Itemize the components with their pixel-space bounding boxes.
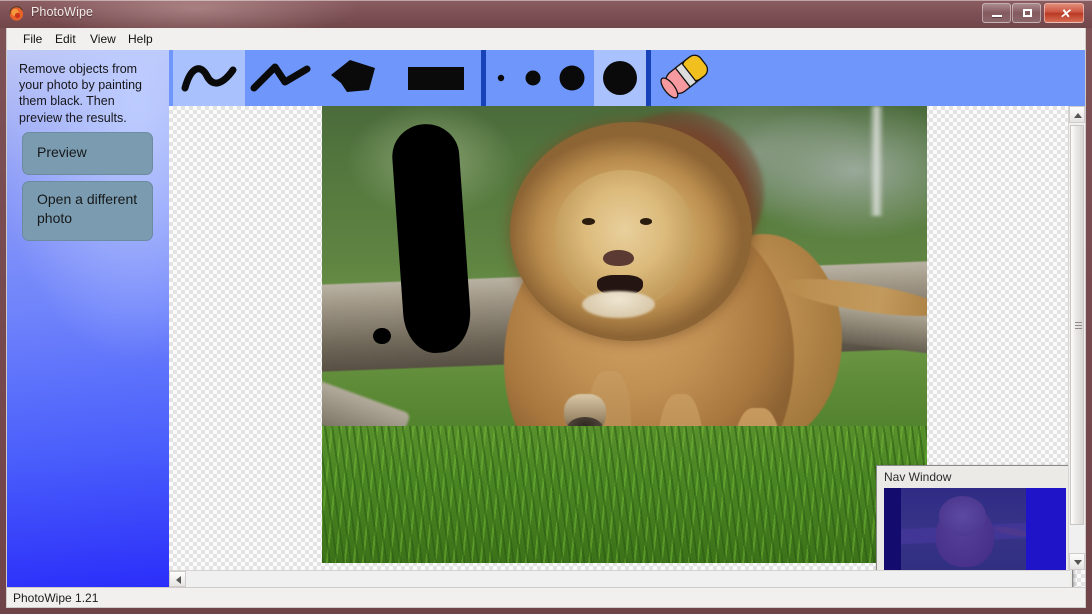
chevron-down-icon xyxy=(1074,560,1082,565)
horizontal-scrollbar[interactable] xyxy=(169,570,1070,587)
sidebar-description: Remove objects from your photo by painti… xyxy=(19,62,143,125)
window-title: PhotoWipe xyxy=(31,5,94,19)
title-bar[interactable]: PhotoWipe ✕ xyxy=(0,0,1092,28)
vertical-scroll-thumb[interactable] xyxy=(1070,125,1084,525)
status-bar: PhotoWipe 1.21 xyxy=(6,587,1086,608)
dot-medium-icon xyxy=(559,65,585,91)
app-window: PhotoWipe ✕ File Edit View Help Remove o… xyxy=(0,0,1092,614)
polygon-icon xyxy=(331,60,375,92)
photo-grass xyxy=(322,425,927,563)
scroll-down-button[interactable] xyxy=(1069,553,1085,570)
polyline-tool[interactable] xyxy=(245,50,317,106)
dot-tiny-icon xyxy=(497,74,505,82)
brush-size-small[interactable] xyxy=(516,50,550,106)
scroll-grip-icon xyxy=(1075,322,1082,329)
scroll-left-button[interactable] xyxy=(169,571,186,587)
status-text: PhotoWipe 1.21 xyxy=(13,591,99,605)
close-icon: ✕ xyxy=(1059,6,1071,21)
polygon-tool[interactable] xyxy=(317,50,389,106)
brush-size-medium[interactable] xyxy=(550,50,594,106)
preview-button[interactable]: Preview xyxy=(22,132,153,175)
minimize-button[interactable] xyxy=(982,3,1011,23)
chevron-up-icon xyxy=(1074,113,1082,118)
dot-small-icon xyxy=(525,70,541,86)
menu-bar: File Edit View Help xyxy=(6,28,1086,50)
nav-window[interactable]: Nav Window xyxy=(876,465,1073,587)
minimize-icon xyxy=(992,15,1002,17)
lion-eye-right xyxy=(639,217,653,225)
polyline-icon xyxy=(250,63,311,92)
menu-item-edit[interactable]: Edit xyxy=(49,31,82,47)
rectangle-tool[interactable] xyxy=(389,50,481,106)
maximize-icon xyxy=(1023,9,1032,17)
lion-nose xyxy=(603,249,634,267)
maximize-button[interactable] xyxy=(1012,3,1041,23)
menu-item-file[interactable]: File xyxy=(17,31,48,47)
paint-dot xyxy=(373,327,391,345)
eraser-tool[interactable] xyxy=(651,50,725,106)
dot-large-icon xyxy=(603,61,637,95)
brush-size-smallest[interactable] xyxy=(486,50,516,106)
freehand-curve-tool[interactable] xyxy=(173,50,245,106)
photo-image[interactable] xyxy=(322,106,927,563)
close-button[interactable]: ✕ xyxy=(1044,3,1084,23)
brush-size-large[interactable] xyxy=(594,50,646,106)
curve-icon xyxy=(181,65,237,92)
menu-item-view[interactable]: View xyxy=(84,31,122,47)
tools-toolbar xyxy=(169,50,1085,106)
nav-window-title: Nav Window xyxy=(884,470,952,484)
main-body: Remove objects from your photo by painti… xyxy=(6,50,1086,587)
photo-pole xyxy=(869,106,883,216)
menu-item-help[interactable]: Help xyxy=(122,31,159,47)
rectangle-icon xyxy=(408,67,464,90)
scroll-up-button[interactable] xyxy=(1069,106,1085,123)
photo-app-icon xyxy=(8,5,25,22)
chevron-left-icon xyxy=(176,576,181,584)
vertical-scrollbar[interactable] xyxy=(1068,106,1085,570)
eraser-icon xyxy=(660,54,709,99)
canvas-area[interactable]: Nav Window xyxy=(169,106,1085,587)
lion-eye-left xyxy=(582,217,595,225)
sidebar: Remove objects from your photo by painti… xyxy=(7,50,169,587)
open-different-photo-button[interactable]: Open a different photo xyxy=(22,181,153,241)
